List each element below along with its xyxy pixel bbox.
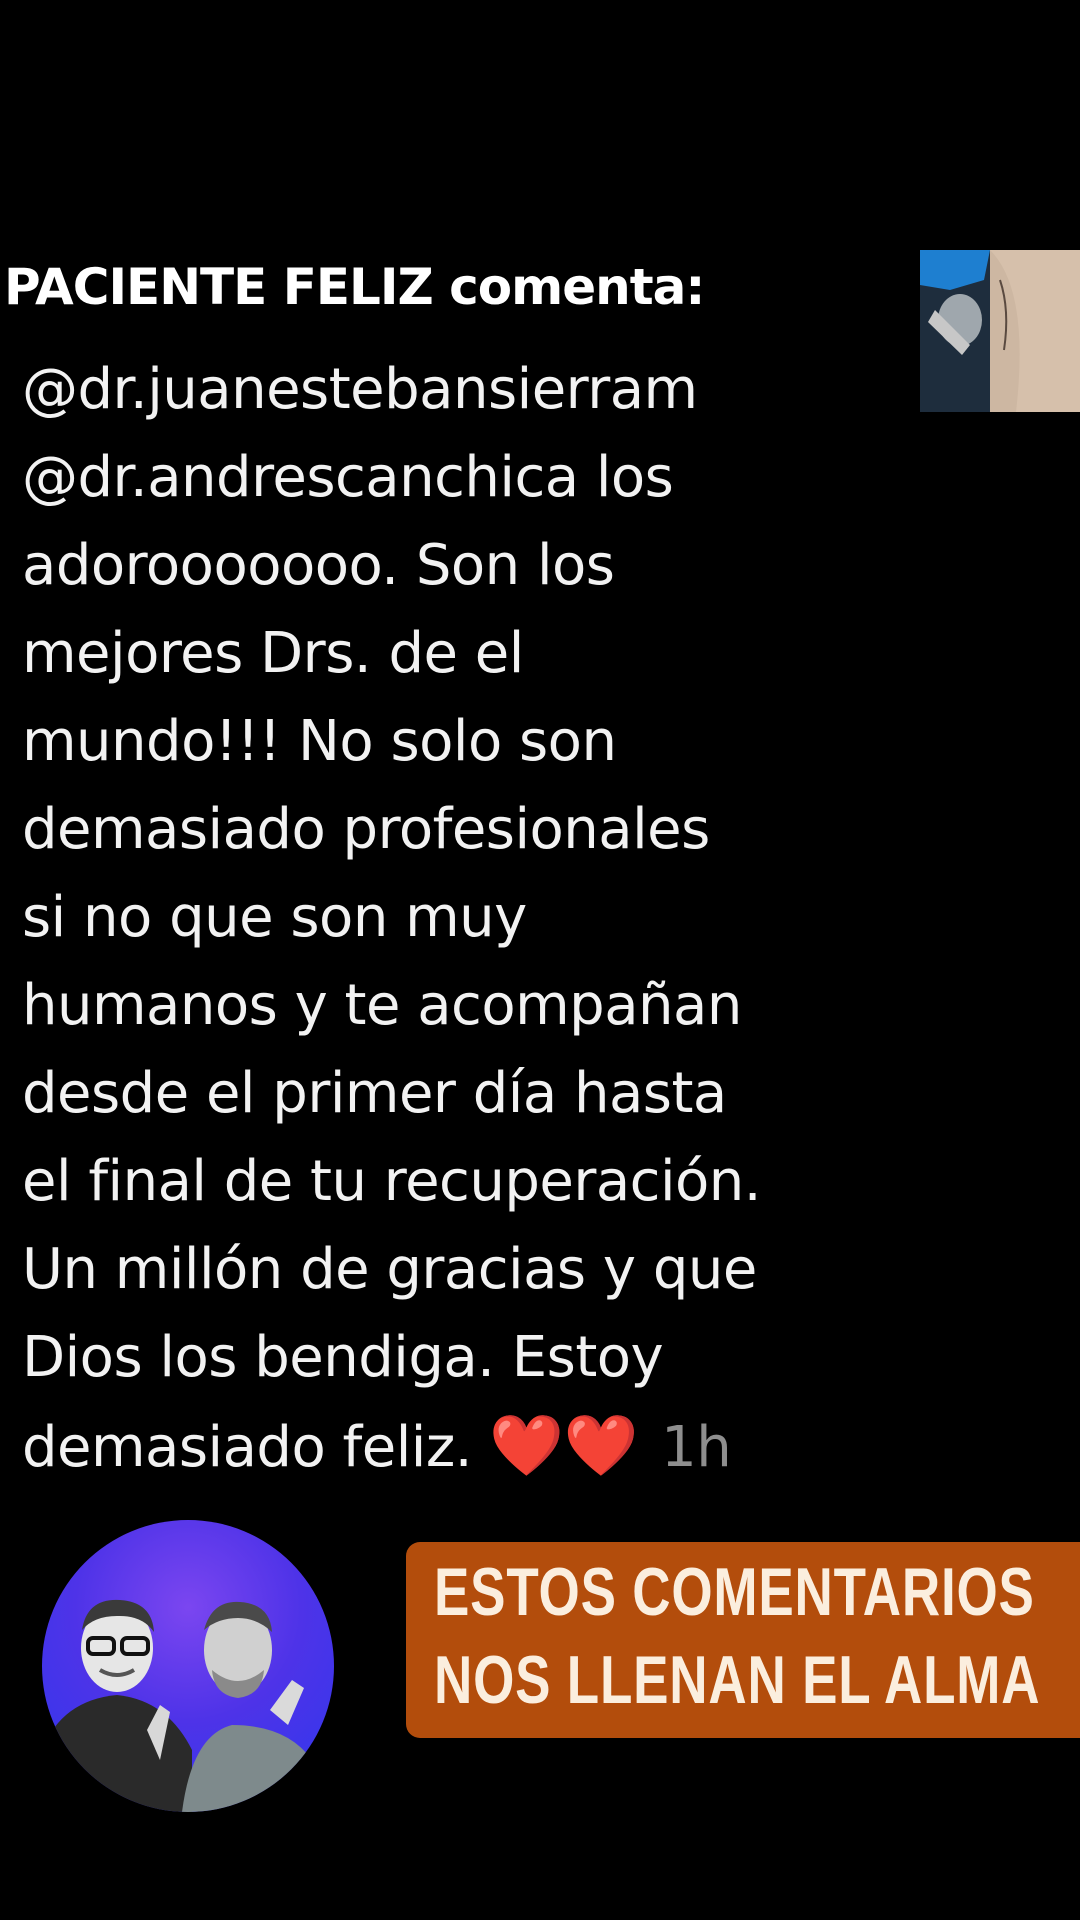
- heart-icon: ❤️❤️: [489, 1411, 638, 1481]
- comment-line: humanos y te acompañan: [22, 973, 742, 1038]
- highlight-banner: ESTOS COMENTARIOS NOS LLENAN EL ALMA: [406, 1542, 1080, 1738]
- comment-line: mejores Drs. de el: [22, 621, 524, 686]
- comment-line: @dr.andrescanchica los: [22, 445, 674, 510]
- comment-text: @dr.juanestebansierram @dr.andrescanchic…: [22, 346, 902, 1490]
- comment-last-line: demasiado feliz. ❤️❤️ 1h: [22, 1402, 902, 1490]
- comment-timestamp: 1h: [661, 1415, 732, 1480]
- comment-line: si no que son muy: [22, 885, 527, 950]
- comment-line: adorooooooo. Son los: [22, 533, 615, 598]
- comment-line: desde el primer día hasta: [22, 1061, 727, 1126]
- comment-line: Dios los bendiga. Estoy: [22, 1325, 664, 1390]
- doctors-avatar[interactable]: [42, 1520, 334, 1812]
- comment-line: @dr.juanestebansierram: [22, 357, 698, 422]
- comment-line: Un millón de gracias y que: [22, 1237, 757, 1302]
- comment-heading: PACIENTE FELIZ comenta:: [4, 258, 705, 316]
- banner-line-2: NOS LLENAN EL ALMA: [434, 1642, 1041, 1718]
- banner-line-1: ESTOS COMENTARIOS: [434, 1554, 1035, 1630]
- comment-line: mundo!!! No solo son: [22, 709, 617, 774]
- post-thumbnail[interactable]: [920, 250, 1080, 412]
- comment-line: el final de tu recuperación.: [22, 1149, 762, 1214]
- comment-line: demasiado profesionales: [22, 797, 710, 862]
- comment-line: demasiado feliz.: [22, 1415, 473, 1480]
